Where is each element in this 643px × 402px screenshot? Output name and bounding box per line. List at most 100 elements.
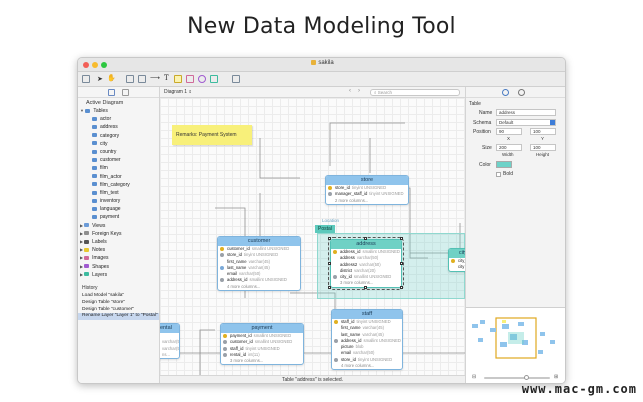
table-column[interactable]: ns... xyxy=(160,352,179,358)
sidebar-group-labels[interactable]: ▶ Labels xyxy=(78,238,159,246)
schema-select[interactable]: Default xyxy=(496,119,556,126)
table-column[interactable]: 2 more columns... xyxy=(326,198,408,204)
images-icon xyxy=(84,256,90,261)
sidebar-group-foreign-keys[interactable]: ▶ Foreign Keys xyxy=(78,230,159,238)
sidebar-group-notes[interactable]: ▶ Notes xyxy=(78,246,159,254)
table-header[interactable]: city xyxy=(449,249,465,258)
table-store[interactable]: store store_id tinyint UNSIGNED manager_sta… xyxy=(325,175,409,205)
arrange-icon[interactable] xyxy=(232,75,240,83)
sidebar-group-images[interactable]: ▶ Images xyxy=(78,254,159,262)
resize-handle[interactable] xyxy=(328,261,331,265)
table-customer[interactable]: customer customer_id smallint UNSIGNED stor… xyxy=(217,236,301,292)
primary-key-icon xyxy=(333,250,337,254)
zoom-slider-knob[interactable] xyxy=(524,375,529,380)
tables-group[interactable]: ▼ Tables xyxy=(78,107,159,115)
sidebar-table-film-category[interactable]: film_category xyxy=(78,181,159,189)
relation-icon[interactable]: ⟶ xyxy=(150,74,160,82)
table-header[interactable]: customer xyxy=(218,237,300,246)
table-column[interactable]: 3 more columns... xyxy=(221,358,303,364)
table-header[interactable]: payment xyxy=(221,324,303,333)
settings-icon[interactable] xyxy=(518,89,525,96)
diagram-canvas[interactable]: Remarks: Payment System Postal Location … xyxy=(160,98,465,375)
table-payment[interactable]: payment payment_id smallint UNSIGNED custom… xyxy=(220,323,304,366)
sidebar-table-language[interactable]: language xyxy=(78,205,159,213)
position-x-field[interactable]: 90 xyxy=(496,128,522,135)
info-icon[interactable] xyxy=(502,89,509,96)
column-name: email xyxy=(341,350,352,356)
schema-icon[interactable] xyxy=(82,75,90,83)
sidebar-table-film[interactable]: film xyxy=(78,164,159,172)
resize-handle[interactable] xyxy=(328,237,331,240)
sidebar-group-layers[interactable]: ▶ Layers xyxy=(78,271,159,279)
chevron-right-icon[interactable]: ▶ xyxy=(80,247,83,252)
table-header[interactable]: address xyxy=(331,240,401,249)
note[interactable]: Remarks: Payment System xyxy=(172,125,252,145)
table-header[interactable]: store xyxy=(326,176,408,185)
column-type: smallint UNSIGNED xyxy=(363,337,401,343)
color-swatch[interactable] xyxy=(496,161,512,168)
resize-handle[interactable] xyxy=(400,286,403,289)
position-y-field[interactable]: 100 xyxy=(530,128,556,135)
chevron-right-icon[interactable]: ▶ xyxy=(80,264,83,269)
chevron-right-icon[interactable]: ▶ xyxy=(80,223,83,228)
sidebar-table-inventory[interactable]: inventory xyxy=(78,197,159,205)
table-icon[interactable] xyxy=(126,75,134,83)
table-column[interactable]: 4 more columns... xyxy=(332,363,402,369)
table-city[interactable]: citycity_city xyxy=(448,248,465,272)
sidebar-table-country[interactable]: country xyxy=(78,148,159,156)
back-icon[interactable]: ‹ xyxy=(349,88,351,94)
sidebar-group-views[interactable]: ▶ Views xyxy=(78,222,159,230)
sidebar-table-city[interactable]: city xyxy=(78,140,159,148)
sidebar-table-payment[interactable]: payment xyxy=(78,213,159,221)
chevron-down-icon[interactable]: ▼ xyxy=(80,108,84,113)
resize-handle[interactable] xyxy=(400,261,403,265)
table-staff[interactable]: staff staff_id tinyint UNSIGNED first_name v… xyxy=(331,309,403,371)
minimap[interactable]: ⊟ ⊞ xyxy=(466,307,565,383)
history-item[interactable]: Design Table "store" xyxy=(78,300,159,307)
sidebar-table-category[interactable]: category xyxy=(78,132,159,140)
history-item[interactable]: Load Model "sakila" xyxy=(78,293,159,300)
size-height-field[interactable]: 100 xyxy=(530,144,556,151)
sidebar-table-actor[interactable]: actor xyxy=(78,115,159,123)
bold-checkbox[interactable] xyxy=(496,172,501,177)
diagram-tab-icon[interactable] xyxy=(108,89,115,96)
text-icon[interactable]: T xyxy=(164,74,169,82)
forward-icon[interactable]: › xyxy=(358,88,360,94)
history-item[interactable]: Rename Layer "Layer 1" to "Postal" xyxy=(78,313,159,321)
resize-handle[interactable] xyxy=(364,237,367,240)
chevron-right-icon[interactable]: ▶ xyxy=(80,231,83,236)
layer-tab[interactable]: Postal xyxy=(315,225,335,233)
search-input[interactable]: ⌕ Search xyxy=(370,89,460,96)
view-icon[interactable] xyxy=(138,75,146,83)
table-header[interactable]: staff xyxy=(332,310,402,319)
resize-handle[interactable] xyxy=(328,286,331,289)
image-icon[interactable] xyxy=(186,75,194,83)
sidebar-table-address[interactable]: address xyxy=(78,123,159,131)
pointer-icon[interactable]: ➤ xyxy=(97,75,103,83)
resize-handle[interactable] xyxy=(364,286,367,289)
resize-handle[interactable] xyxy=(400,237,403,240)
hand-icon[interactable]: ✋ xyxy=(107,74,116,82)
name-field[interactable]: address xyxy=(496,109,556,116)
sidebar-group-shapes[interactable]: ▶ Shapes xyxy=(78,263,159,271)
zoom-out-icon[interactable]: ⊟ xyxy=(472,374,476,380)
size-width-field[interactable]: 200 xyxy=(496,144,522,151)
sidebar-table-film-actor[interactable]: film_actor xyxy=(78,173,159,181)
table-rental[interactable]: rentalvarchar(50)varchar(50)ns... xyxy=(160,323,180,360)
table-address[interactable]: address address_id smallint UNSIGNED addres… xyxy=(328,237,404,290)
zoom-in-icon[interactable]: ⊞ xyxy=(554,374,558,380)
diagram-select[interactable]: Diagram 1 ⇕ xyxy=(164,89,192,95)
note-icon[interactable] xyxy=(174,75,182,83)
zoom-slider[interactable] xyxy=(484,375,550,380)
table-header[interactable]: rental xyxy=(160,324,179,333)
layer-icon[interactable] xyxy=(210,75,218,83)
table-column[interactable]: city xyxy=(449,264,465,270)
shape-icon[interactable] xyxy=(198,75,206,83)
model-tab-icon[interactable] xyxy=(122,89,129,96)
chevron-right-icon[interactable]: ▶ xyxy=(80,239,83,244)
sidebar-table-film-text[interactable]: film_text xyxy=(78,189,159,197)
chevron-right-icon[interactable]: ▶ xyxy=(80,272,83,277)
table-column[interactable]: 4 more columns... xyxy=(218,284,300,290)
chevron-right-icon[interactable]: ▶ xyxy=(80,255,83,260)
sidebar-table-customer[interactable]: customer xyxy=(78,156,159,164)
